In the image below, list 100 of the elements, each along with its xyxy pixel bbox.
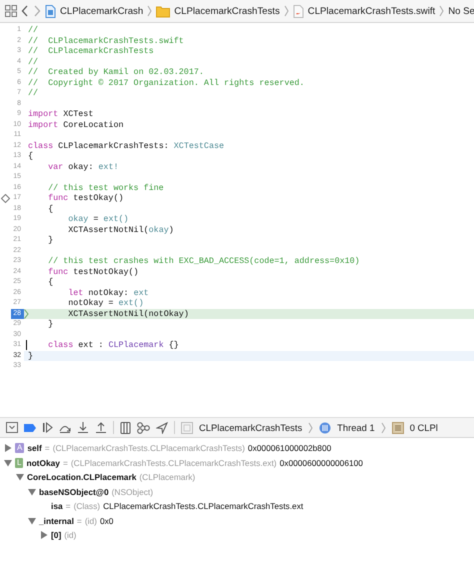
document-icon [45, 4, 56, 18]
code-identifier: okay [148, 224, 169, 235]
variable-type: (id) [84, 516, 97, 526]
variable-value: CLPlacemarkCrashTests.CLPlacemarkCrashTests.ext [103, 501, 304, 512]
continue-icon[interactable] [42, 422, 53, 433]
variable-name: [0] [51, 530, 62, 540]
code-comment: // [28, 25, 38, 36]
code-text: CoreLocation [63, 120, 124, 130]
test-diamond-icon[interactable] [1, 194, 10, 203]
disclosure-triangle-icon[interactable] [4, 444, 12, 452]
code-text: XCTAssertNotNil( [68, 224, 149, 235]
variable-type: (NSObject) [112, 486, 154, 497]
code-comment: // [28, 88, 38, 98]
code-keyword: func [48, 193, 68, 204]
code-text: { [28, 151, 34, 162]
code-text: {} [168, 340, 179, 350]
code-keyword: import [28, 109, 58, 120]
code-identifier: XCTestCase [174, 140, 224, 151]
target-icon [181, 422, 193, 434]
code-text: CLPlacemarkCrashTests: [58, 140, 169, 151]
disclosure-triangle-icon[interactable] [16, 473, 24, 482]
variable-type: (Class) [74, 501, 100, 512]
chevron-icon [308, 422, 314, 434]
equals-sign: = [66, 501, 71, 512]
code-text: } [28, 350, 34, 361]
disclosure-triangle-icon[interactable] [4, 458, 12, 467]
code-identifier: ext() [118, 298, 144, 308]
code-keyword: import [28, 120, 58, 130]
variable-value: 0x000061000002b800 [248, 443, 332, 454]
code-keyword: let [68, 288, 84, 298]
variable-kind-badge: A [15, 443, 24, 454]
disclosure-triangle-icon[interactable] [28, 516, 36, 525]
folder-icon [156, 4, 170, 18]
code-text: testNotOkay() [73, 266, 139, 277]
swift-file-icon [292, 4, 304, 18]
grid-icon[interactable] [5, 5, 17, 17]
variable-name: _internal [39, 516, 74, 526]
instruction-pointer-icon [24, 308, 29, 318]
code-text: okay: [68, 162, 94, 172]
view-hierarchy-icon[interactable] [120, 422, 131, 434]
breadcrumb-item[interactable]: CLPlacemarkCrashTests [174, 6, 280, 16]
breadcrumb-item[interactable]: Thread 1 [337, 422, 375, 433]
variable-type: (CLPlacemarkCrashTests.CLPlacemarkCrashTests) [52, 443, 245, 454]
code-identifier: ext! [98, 162, 118, 172]
code-text: } [48, 235, 54, 246]
code-identifier: ext() [103, 214, 129, 224]
variable-type: (id) [64, 530, 76, 540]
code-text: } [48, 319, 54, 330]
code-keyword: class [48, 340, 74, 350]
variable-type: (CLPlacemarkCrashTests.CLPlacemarkCrashTests.ext) [70, 458, 277, 468]
code-text: testOkay() [73, 193, 124, 204]
code-keyword: class [28, 140, 54, 151]
code-keyword: func [48, 266, 68, 277]
code-keyword: var [48, 162, 64, 172]
breadcrumb-item[interactable]: CLPlacemarkCrashTests [199, 422, 302, 433]
back-icon[interactable] [21, 5, 29, 17]
breadcrumb-item[interactable]: CLPlacemarkCrash [60, 6, 144, 16]
variable-name: self [27, 443, 42, 454]
location-icon[interactable] [156, 422, 168, 434]
code-text: XCTest [63, 109, 94, 120]
code-comment: // CLPlacemarkCrashTests.swift [28, 36, 184, 46]
breadcrumb-item[interactable]: 0 CLPl [410, 422, 438, 433]
thread-icon [319, 422, 332, 434]
equals-sign: = [44, 443, 50, 454]
disclosure-triangle-icon[interactable] [40, 531, 48, 540]
variable-kind-badge: L [15, 458, 24, 468]
code-text: { [48, 277, 54, 288]
variable-name: notOkay [26, 458, 60, 468]
disclosure-triangle-icon[interactable] [28, 488, 36, 496]
code-text: notOkay: [88, 288, 129, 298]
code-identifier: ext [134, 288, 149, 298]
step-out-icon[interactable] [95, 422, 107, 434]
code-comment: // this test works fine [48, 182, 164, 193]
step-into-icon[interactable] [77, 422, 89, 434]
code-comment: // [28, 56, 38, 67]
code-text: = [93, 214, 98, 224]
code-identifier: okay [68, 214, 88, 224]
code-type: CLPlacemark [108, 340, 164, 350]
breakpoint-icon[interactable] [24, 422, 36, 432]
breadcrumb-item[interactable]: CLPlacemarkCrashTests.swift [308, 6, 436, 16]
chevron-icon [284, 5, 289, 17]
equals-sign: = [62, 458, 68, 468]
chevron-icon [380, 422, 386, 434]
chevron-icon [147, 5, 152, 17]
equals-sign: = [76, 516, 82, 526]
memory-graph-icon[interactable] [137, 422, 150, 434]
hide-panel-icon[interactable] [6, 422, 18, 433]
variable-name: CoreLocation.CLPlacemark [27, 472, 136, 482]
chevron-icon [439, 5, 444, 17]
variable-name: isa [51, 501, 63, 512]
variable-type: (CLPlacemark) [139, 472, 196, 482]
stack-frame-icon [392, 422, 404, 434]
code-text: ) [168, 224, 174, 235]
variable-value: 0x0000600000006100 [280, 458, 363, 468]
code-comment: // Created by Kamil on 02.03.2017. [28, 67, 204, 78]
code-comment: // Copyright © 2017 Organization. All rights reserved. [28, 78, 304, 88]
code-comment: // this test crashes with EXC_BAD_ACCESS(code=1, address=0x10) [48, 256, 360, 266]
variable-name: baseNSObject@0 [39, 486, 109, 497]
variable-value: 0x0 [100, 516, 114, 526]
code-text: ext : [78, 340, 104, 350]
